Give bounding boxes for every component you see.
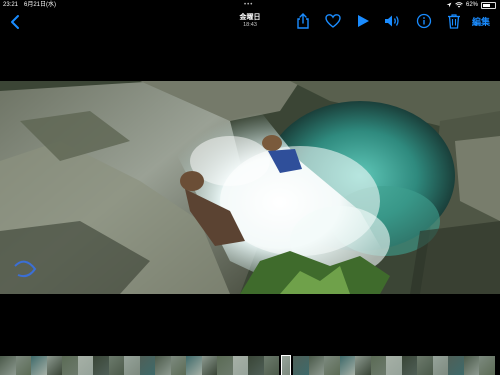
thumbnail[interactable]	[155, 356, 171, 375]
info-button[interactable]	[416, 13, 432, 29]
delete-button[interactable]	[446, 13, 462, 29]
back-button[interactable]	[8, 13, 24, 31]
thumbnail[interactable]	[232, 356, 248, 375]
thumbnail[interactable]	[463, 356, 479, 375]
thumbnail[interactable]	[170, 356, 186, 375]
heart-icon	[325, 14, 341, 28]
thumbnail[interactable]	[62, 356, 78, 375]
nav-title: 金曜日	[239, 14, 261, 21]
status-right: 62%	[446, 0, 496, 10]
battery-percent: 62%	[465, 2, 478, 8]
thumbnail[interactable]	[417, 356, 433, 375]
thumbnail[interactable]	[201, 356, 217, 375]
multitasking-dots-icon[interactable]: •••	[244, 0, 253, 10]
thumbnail[interactable]	[186, 356, 202, 375]
play-button[interactable]	[355, 13, 371, 29]
thumbnail[interactable]	[370, 356, 386, 375]
thumbnail[interactable]	[479, 356, 495, 375]
thumbnail-current[interactable]	[281, 355, 291, 375]
share-icon	[297, 13, 309, 29]
location-icon	[446, 2, 452, 8]
wifi-icon	[455, 2, 463, 8]
nav-subtitle: 18:43	[243, 22, 257, 28]
status-date: 6月21日(水)	[24, 2, 57, 8]
thumbnail[interactable]	[124, 356, 140, 375]
share-button[interactable]	[295, 13, 311, 29]
thumbnail[interactable]	[93, 356, 109, 375]
thumbnail[interactable]	[46, 356, 62, 375]
thumbnail[interactable]	[217, 356, 233, 375]
speaker-icon	[385, 15, 399, 27]
waterfall-photo	[0, 81, 500, 294]
thumbnail[interactable]	[339, 356, 355, 375]
thumbnail[interactable]	[31, 356, 47, 375]
status-time: 23:21	[3, 2, 19, 8]
thumbnail[interactable]	[324, 356, 340, 375]
thumbnail-strip[interactable]	[0, 355, 500, 375]
thumbnail[interactable]	[77, 356, 93, 375]
edit-button[interactable]: 編集	[472, 15, 490, 28]
thumbnail[interactable]	[386, 356, 402, 375]
thumbnail[interactable]	[263, 356, 279, 375]
thumbnail[interactable]	[308, 356, 324, 375]
thumbnail[interactable]	[139, 356, 155, 375]
thumbnail[interactable]	[108, 356, 124, 375]
thumbnail[interactable]	[293, 356, 309, 375]
info-icon	[416, 13, 432, 29]
nav-bar: 金曜日 18:43 編集	[0, 10, 500, 34]
thumbnail[interactable]	[355, 356, 371, 375]
photo-viewer[interactable]	[0, 81, 500, 294]
chevron-left-icon	[11, 15, 19, 29]
thumbnail[interactable]	[401, 356, 417, 375]
thumbnail[interactable]	[15, 356, 31, 375]
thumbnail[interactable]	[248, 356, 264, 375]
thumbnail[interactable]	[448, 356, 464, 375]
favorite-button[interactable]	[325, 13, 341, 29]
play-icon	[358, 15, 369, 27]
thumbnail[interactable]	[432, 356, 448, 375]
status-bar: 23:21 6月21日(水) ••• 62%	[0, 0, 500, 10]
thumbnail[interactable]	[0, 356, 16, 375]
volume-button[interactable]	[384, 13, 400, 29]
battery-fill	[483, 3, 490, 7]
trash-icon	[448, 14, 460, 29]
battery-icon	[481, 1, 496, 9]
